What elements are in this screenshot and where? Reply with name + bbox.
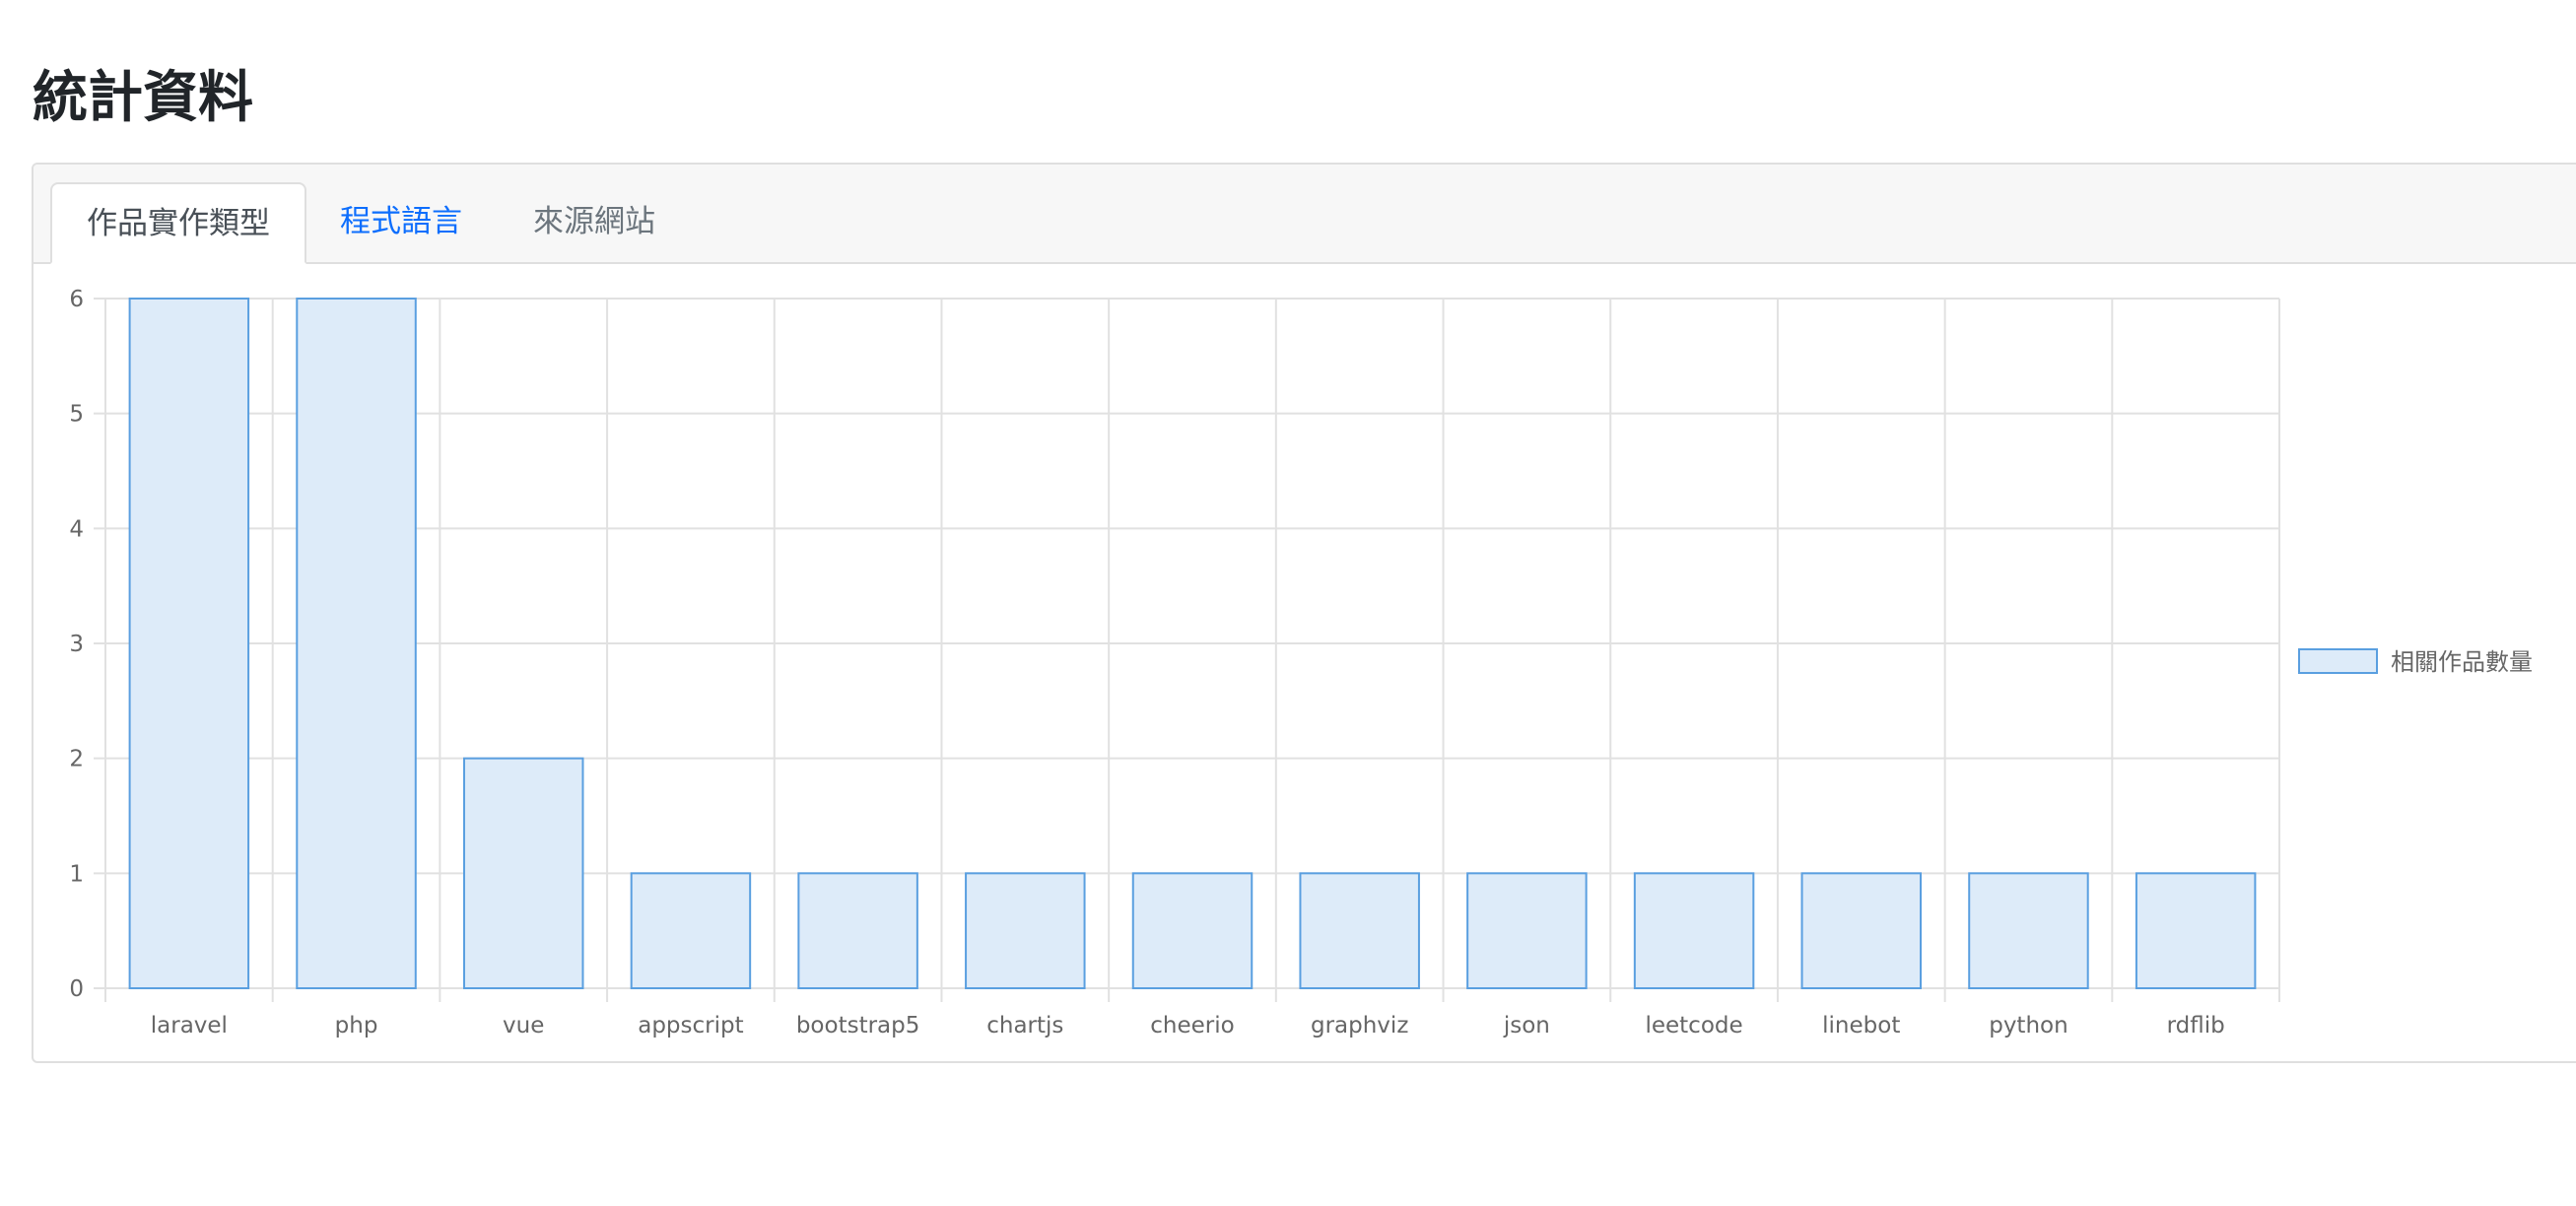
y-tick-label: 2 (69, 747, 84, 772)
x-tick-label: python (1989, 1013, 2068, 1038)
bar (1633, 872, 1755, 989)
bar (296, 298, 417, 989)
bar (797, 872, 918, 989)
bar (1299, 872, 1420, 989)
y-tick-label: 4 (69, 516, 84, 542)
x-tick-label: php (335, 1013, 378, 1038)
y-tick-label: 3 (69, 632, 84, 657)
x-tick-label: bootstrap5 (796, 1013, 920, 1038)
x-tick-label: vue (503, 1013, 544, 1038)
y-tick-label: 6 (69, 287, 84, 312)
y-tick-label: 1 (69, 861, 84, 887)
bar (128, 298, 250, 989)
bar (1800, 872, 1923, 989)
x-tick-label: linebot (1822, 1013, 1900, 1038)
y-tick-label: 0 (69, 976, 84, 1002)
bar (1131, 872, 1254, 989)
x-tick-label: cheerio (1150, 1013, 1234, 1038)
y-tick-label: 5 (69, 402, 84, 428)
bar-chart: 0 1 2 3 4 5 6 laravel php vue appscript bootstrap5 c… (69, 287, 2533, 1038)
legend-swatch (2298, 648, 2378, 674)
x-tick-label: chartjs (986, 1013, 1063, 1038)
x-tick-label: appscript (638, 1013, 743, 1038)
x-tick-label: leetcode (1645, 1013, 1742, 1038)
x-tick-label: graphviz (1311, 1013, 1408, 1038)
x-tick-label: json (1503, 1013, 1550, 1038)
legend-label: 相關作品數量 (2391, 648, 2533, 676)
bar (1466, 872, 1588, 989)
bar (965, 872, 1086, 989)
bar (630, 872, 752, 989)
x-tick-label: laravel (151, 1013, 228, 1038)
x-tick-label: rdflib (2167, 1013, 2225, 1038)
bar (1968, 872, 2089, 989)
bar (462, 757, 584, 990)
bar (2135, 872, 2257, 989)
